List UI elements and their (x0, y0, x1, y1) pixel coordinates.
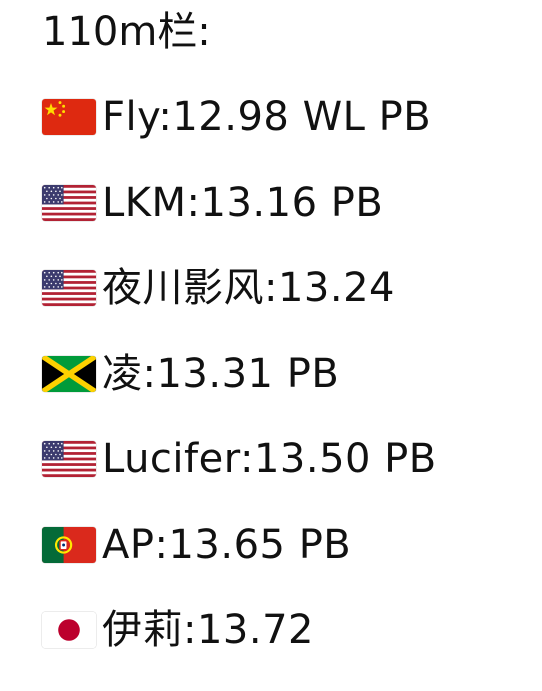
usa-flag-icon (42, 270, 96, 306)
result-text: AP:13.65 PB (102, 521, 352, 568)
china-flag-icon (42, 99, 96, 135)
result-row: 伊莉:13.72 (42, 605, 437, 691)
portugal-flag-icon (42, 526, 96, 563)
result-text: Lucifer:13.50 PB (102, 436, 437, 482)
result-row: 凌:13.31 PB (42, 349, 437, 435)
results-list: Fly:12.98 WL PB LKM:13.16 PB 夜川影风:13.24 … (42, 92, 437, 691)
result-text: LKM:13.16 PB (102, 179, 384, 226)
result-row: 夜川影风:13.24 (42, 263, 437, 349)
event-title: 110m栏: (42, 9, 211, 55)
result-row: AP:13.65 PB (42, 520, 437, 606)
result-row: Fly:12.98 WL PB (42, 92, 437, 178)
jamaica-flag-icon (42, 355, 96, 392)
result-row: LKM:13.16 PB (42, 178, 437, 264)
usa-flag-icon (42, 441, 96, 477)
result-text: 凌:13.31 PB (102, 350, 340, 397)
usa-flag-icon (42, 184, 96, 221)
japan-flag-icon (42, 612, 96, 648)
result-row: Lucifer:13.50 PB (42, 434, 437, 520)
result-text: 夜川影风:13.24 (102, 265, 395, 311)
result-text: 伊莉:13.72 (102, 607, 314, 653)
result-text: Fly:12.98 WL PB (102, 94, 432, 140)
